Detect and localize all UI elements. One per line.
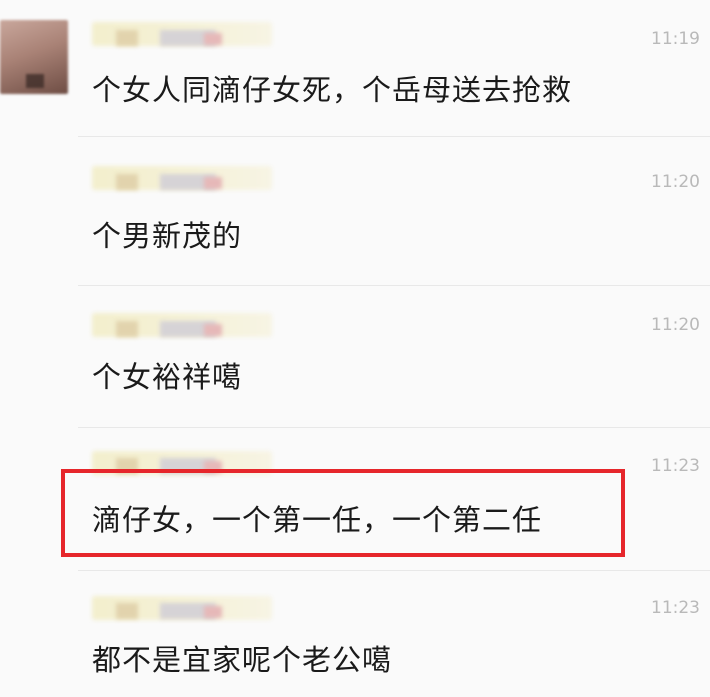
sender-name-blurred — [204, 606, 222, 618]
highlight-box — [61, 469, 625, 557]
sender-name-blurred — [116, 174, 138, 190]
divider — [78, 427, 710, 428]
sender-avatar[interactable] — [0, 20, 68, 94]
message-time: 11:20 — [651, 172, 700, 192]
sender-name-blurred — [204, 177, 222, 189]
divider — [78, 285, 710, 286]
sender-name-blurred — [204, 33, 222, 45]
message-time: 11:23 — [651, 598, 700, 618]
message-text: 都不是宜家呢个老公噶 — [92, 643, 393, 677]
message-time: 11:19 — [651, 29, 700, 49]
message-time: 11:23 — [651, 456, 700, 476]
message-time: 11:20 — [651, 315, 700, 335]
message-text: 个男新茂的 — [92, 219, 243, 253]
divider — [78, 136, 710, 137]
sender-name-blurred — [116, 30, 138, 46]
sender-name-blurred — [116, 321, 138, 337]
message-text: 个女裕祥噶 — [92, 360, 243, 394]
message-text: 个女人同滴仔女死，个岳母送去抢救 — [92, 73, 573, 107]
divider — [78, 570, 710, 571]
sender-name-blurred — [204, 324, 222, 336]
sender-name-blurred — [116, 603, 138, 619]
